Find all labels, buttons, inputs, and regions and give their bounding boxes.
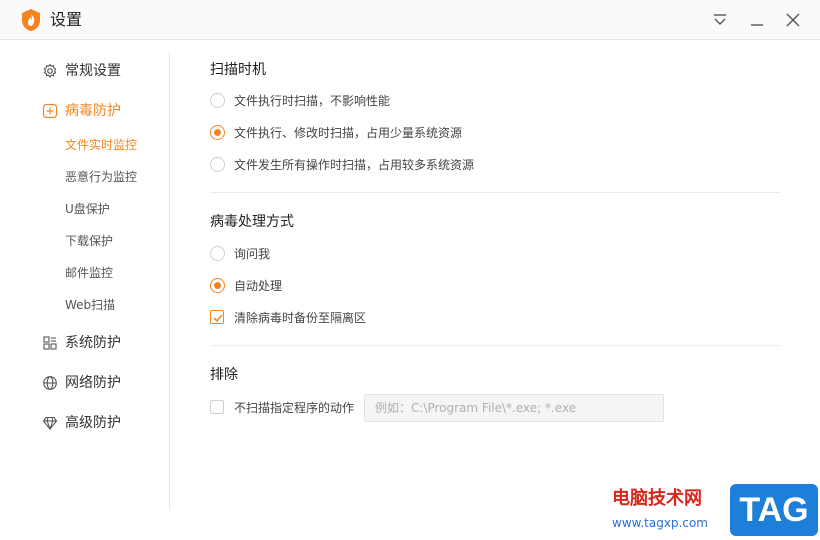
section-title-virus-handling: 病毒处理方式 [210,214,294,230]
sidebar-subitem-file-monitor[interactable]: 文件实时监控 [0,133,170,157]
radio-scan-on-execute-modify[interactable]: 文件执行、修改时扫描，占用少量系统资源 [210,123,470,143]
flame-shield-icon [20,8,42,32]
radio-button[interactable] [210,93,225,108]
exclude-path-input[interactable] [364,394,664,422]
gear-icon [42,63,58,79]
option-label: 文件执行时扫描，不影响性能 [234,94,391,108]
sidebar-subitem-web-scan[interactable]: Web扫描 [0,293,170,317]
sidebar-subitem-label: 恶意行为监控 [65,170,138,184]
option-label: 自动处理 [234,279,283,293]
checkbox-backup-to-quarantine[interactable]: 清除病毒时备份至隔离区 [210,308,380,328]
radio-ask-me[interactable]: 询问我 [210,244,290,264]
option-label: 询问我 [234,247,271,261]
close-icon[interactable] [781,8,805,32]
section-divider [210,345,780,346]
option-label: 清除病毒时备份至隔离区 [234,311,367,325]
window-title: 设置 [50,10,83,29]
checkmark-icon [213,314,223,323]
checkbox-exclude-programs[interactable]: 不扫描指定程序的动作 [210,398,360,418]
section-title-exclude: 排除 [210,367,238,383]
sidebar-item-advanced-protection[interactable]: 高级防护 [0,408,170,438]
menu-dropdown-icon[interactable] [708,8,732,32]
sidebar-subitem-mail-monitor[interactable]: 邮件监控 [0,261,170,285]
sidebar-subitem-download-protection[interactable]: 下载保护 [0,229,170,253]
radio-scan-on-all-ops[interactable]: 文件发生所有操作时扫描，占用较多系统资源 [210,155,480,175]
system-grid-icon [42,335,58,351]
sidebar-item-label: 常规设置 [65,63,121,79]
sidebar-subitem-behavior-monitor[interactable]: 恶意行为监控 [0,165,170,189]
sidebar-item-label: 网络防护 [65,375,121,391]
minimize-icon[interactable] [745,8,769,32]
globe-icon [42,375,58,391]
sidebar-item-network-protection[interactable]: 网络防护 [0,368,170,398]
checkbox[interactable] [210,310,224,324]
diamond-icon [42,415,58,431]
radio-auto-handle[interactable]: 自动处理 [210,276,300,296]
radio-button[interactable] [210,125,225,140]
sidebar-item-label: 病毒防护 [65,103,121,119]
sidebar-item-label: 高级防护 [65,415,121,431]
plus-shield-icon [42,103,58,119]
watermark-badge: TAG [730,484,818,536]
section-title-scan-timing: 扫描时机 [210,62,266,78]
sidebar-subitem-label: 邮件监控 [65,266,114,280]
sidebar-item-virus-protection[interactable]: 病毒防护 [0,96,170,126]
watermark: 电脑技术网 www.tagxp.com TAG [606,482,820,540]
checkbox[interactable] [210,400,224,414]
sidebar-subitem-label: Web扫描 [65,298,116,312]
radio-button[interactable] [210,246,225,261]
sidebar-subitem-label: 文件实时监控 [65,138,138,152]
radio-scan-on-execute[interactable]: 文件执行时扫描，不影响性能 [210,91,410,111]
section-divider [210,192,780,193]
watermark-text: 电脑技术网 [612,488,702,509]
option-label: 文件发生所有操作时扫描，占用较多系统资源 [234,158,475,172]
sidebar-subitem-label: U盘保护 [65,202,110,216]
sidebar-subitem-usb-protection[interactable]: U盘保护 [0,197,170,221]
sidebar-subitem-label: 下载保护 [65,234,114,248]
radio-button[interactable] [210,157,225,172]
sidebar-item-label: 系统防护 [65,335,121,351]
sidebar-item-system-protection[interactable]: 系统防护 [0,328,170,358]
option-label: 文件执行、修改时扫描，占用少量系统资源 [234,126,463,140]
radio-button[interactable] [210,278,225,293]
watermark-url: www.tagxp.com [612,516,708,530]
title-bar: 设置 [0,0,820,40]
option-label: 不扫描指定程序的动作 [234,401,355,415]
sidebar-item-general[interactable]: 常规设置 [0,56,170,86]
